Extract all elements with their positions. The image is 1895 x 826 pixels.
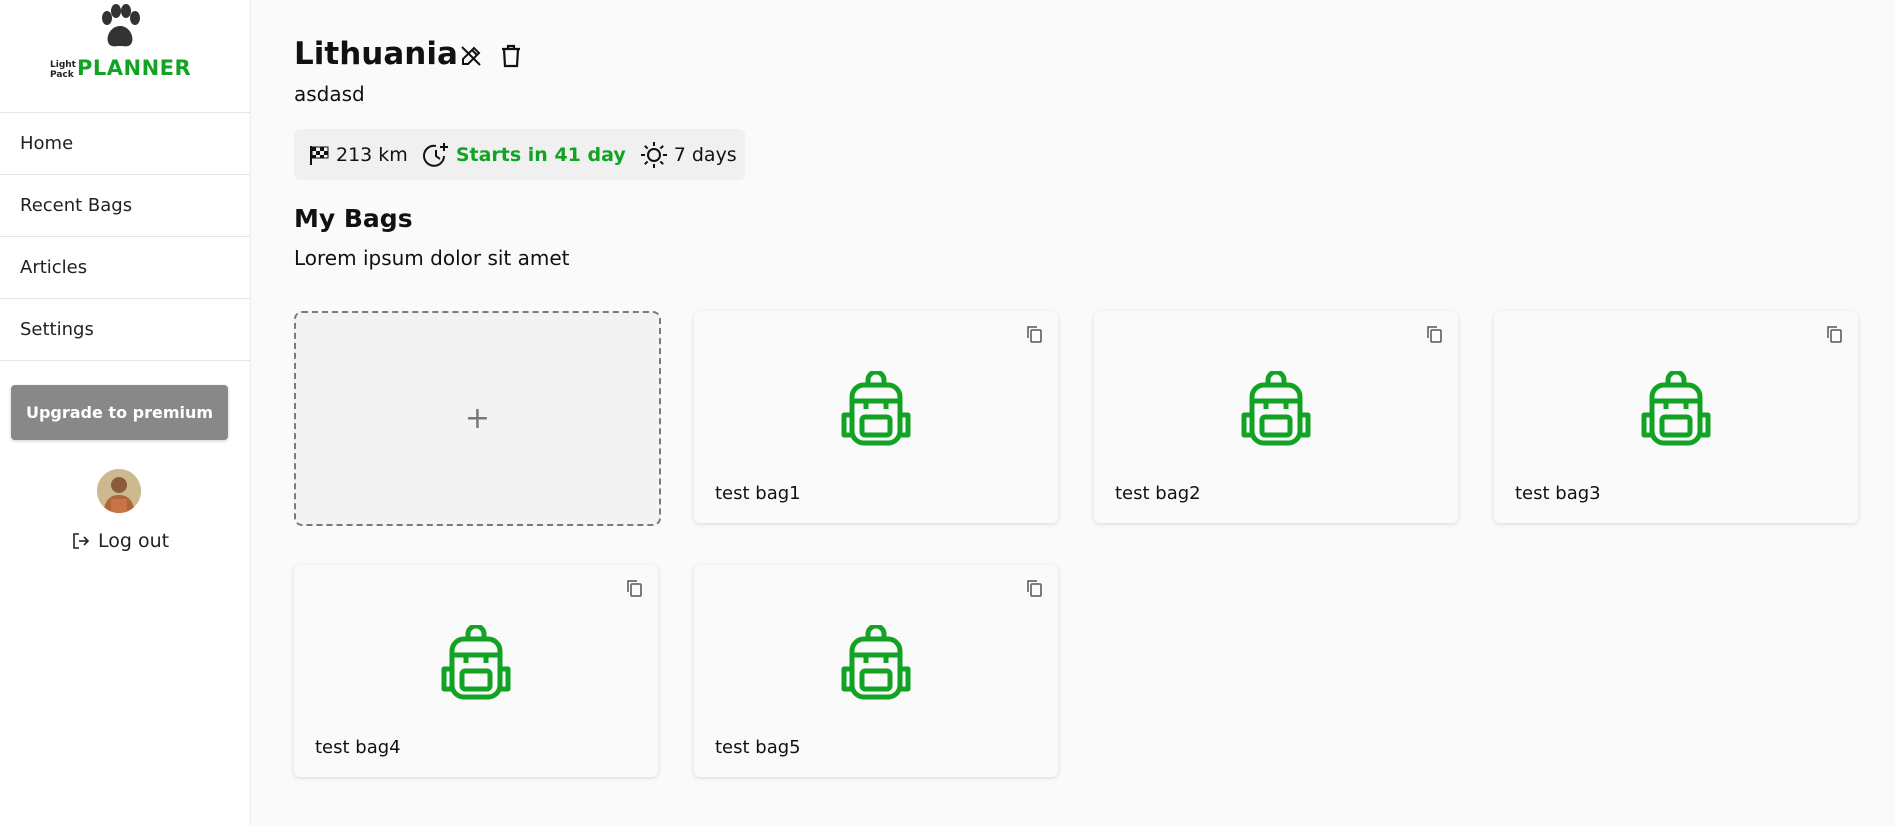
bag-card[interactable]: test bag4 [294,565,658,777]
section-title: My Bags [294,204,413,233]
checkered-flag-icon [310,145,329,165]
sidebar-item-recent-bags[interactable]: Recent Bags [0,175,250,237]
clock-plus-icon [422,142,448,167]
upgrade-premium-button[interactable]: Upgrade to premium [11,385,228,440]
sidebar-item-label: Settings [20,319,94,340]
edit-button[interactable] [458,43,484,69]
copy-icon[interactable] [1026,579,1042,597]
plus-icon: + [464,401,491,436]
sidebar-item-label: Home [20,133,74,154]
duration-value: 7 days [673,143,737,166]
sidebar-item-articles[interactable]: Articles [0,237,250,299]
stat-start: Starts in 41 day [422,141,626,169]
sidebar-item-label: Articles [20,257,88,278]
bag-card[interactable]: test bag1 [694,311,1058,523]
copy-icon[interactable] [626,579,642,597]
sidebar-item-settings[interactable]: Settings [0,299,250,361]
app-logo[interactable]: Light Pack PLANNER [0,0,250,113]
backpack-icon [441,625,511,700]
start-countdown: Starts in 41 day [455,143,626,166]
add-bag-button[interactable]: + [294,311,661,526]
bag-card[interactable]: test bag3 [1494,311,1858,523]
bag-name: test bag4 [315,737,401,758]
bag-name: test bag3 [1515,483,1601,504]
copy-icon[interactable] [1026,325,1042,343]
backpack-icon [1641,371,1711,446]
bag-name: test bag5 [715,737,801,758]
trash-icon [502,44,520,68]
stat-duration: 7 days [640,141,737,169]
backpack-icon [841,371,911,446]
logo-small-text: Light Pack [50,60,76,80]
distance-value: 213 km [336,143,408,166]
bag-name: test bag2 [1115,483,1201,504]
sidebar-item-home[interactable]: Home [0,113,250,175]
title-actions [458,43,524,69]
avatar-image [97,469,141,513]
trip-title: Lithuania [294,36,458,72]
sun-icon [640,141,667,168]
logout-label: Log out [98,530,170,552]
delete-button[interactable] [498,43,524,69]
bag-name: test bag1 [715,483,801,504]
section-description: Lorem ipsum dolor sit amet [294,246,570,270]
trip-stats: 213 km Starts in 41 day 7 days [294,129,745,180]
main-content: Lithuania asdasd 213 km Starts in 41 day… [251,0,1895,826]
copy-icon[interactable] [1426,325,1442,343]
sidebar: Light Pack PLANNER Home Recent Bags Arti… [0,0,251,826]
bag-card[interactable]: test bag5 [694,565,1058,777]
backpack-icon [841,625,911,700]
trip-description: asdasd [294,82,365,106]
backpack-icon [1241,371,1311,446]
logout-icon [73,533,90,549]
logo-big-text: PLANNER [77,56,192,80]
copy-icon[interactable] [1826,325,1842,343]
paw-logo-icon [102,4,140,47]
edit-icon [461,46,481,66]
logout-button[interactable]: Log out [72,530,169,552]
avatar[interactable] [97,469,141,513]
stat-distance: 213 km [308,144,408,166]
bag-card[interactable]: test bag2 [1094,311,1458,523]
sidebar-item-label: Recent Bags [20,195,133,216]
